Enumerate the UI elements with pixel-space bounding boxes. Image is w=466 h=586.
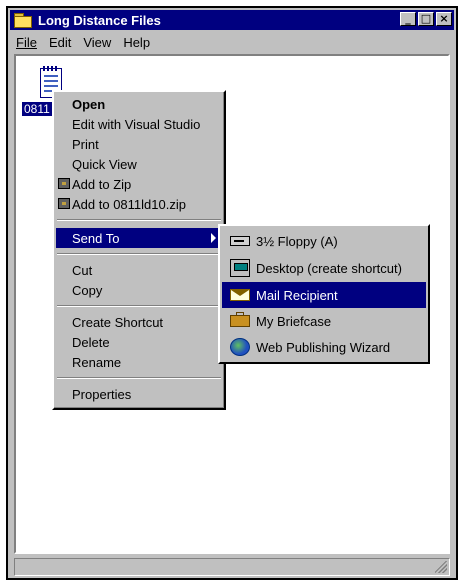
send-to-web-publishing-wizard[interactable]: Web Publishing Wizard: [222, 334, 426, 360]
send-to-briefcase[interactable]: My Briefcase: [222, 308, 426, 334]
desktop-icon: [230, 259, 250, 277]
menu-item-quick-view[interactable]: Quick View: [56, 154, 222, 174]
menu-item-cut[interactable]: Cut: [56, 260, 222, 280]
folder-icon: [14, 13, 32, 28]
context-menu: Open Edit with Visual Studio Print Quick…: [52, 90, 226, 410]
menu-item-edit-visual-studio[interactable]: Edit with Visual Studio: [56, 114, 222, 134]
submenu-arrow-icon: [211, 233, 216, 243]
menu-bar: File Edit View Help: [10, 32, 454, 52]
send-to-floppy[interactable]: 3½ Floppy (A): [222, 228, 426, 254]
send-to-desktop[interactable]: Desktop (create shortcut): [222, 255, 426, 281]
floppy-drive-icon: [230, 236, 250, 246]
menu-help[interactable]: Help: [123, 35, 150, 50]
menu-item-send-to[interactable]: Send To: [56, 228, 222, 248]
menu-item-add-to-named-zip[interactable]: Add to 0811ld10.zip: [56, 194, 222, 214]
menu-item-create-shortcut[interactable]: Create Shortcut: [56, 312, 222, 332]
menu-separator: [57, 253, 221, 255]
maximize-icon[interactable]: □: [418, 12, 434, 26]
file-label[interactable]: 0811: [22, 102, 52, 116]
menu-file[interactable]: File: [16, 35, 37, 50]
menu-item-print[interactable]: Print: [56, 134, 222, 154]
menu-item-add-to-zip[interactable]: Add to Zip: [56, 174, 222, 194]
briefcase-icon: [230, 312, 250, 327]
close-icon[interactable]: ×: [436, 12, 452, 26]
menu-edit[interactable]: Edit: [49, 35, 71, 50]
send-to-mail-recipient[interactable]: Mail Recipient: [222, 282, 426, 308]
window-controls: _ □ ×: [400, 12, 452, 26]
menu-item-rename[interactable]: Rename: [56, 352, 222, 372]
zip-icon: [58, 178, 70, 189]
menu-view[interactable]: View: [83, 35, 111, 50]
menu-separator: [57, 219, 221, 221]
menu-item-copy[interactable]: Copy: [56, 280, 222, 300]
zip-icon: [58, 198, 70, 209]
envelope-icon: [230, 289, 250, 301]
menu-item-properties[interactable]: Properties: [56, 384, 222, 404]
menu-item-delete[interactable]: Delete: [56, 332, 222, 352]
menu-item-open[interactable]: Open: [56, 94, 222, 114]
menu-separator: [57, 377, 221, 379]
resize-grip-icon[interactable]: [435, 561, 447, 573]
send-to-submenu: 3½ Floppy (A) Desktop (create shortcut) …: [218, 224, 430, 364]
minimize-icon[interactable]: _: [400, 12, 416, 26]
window-title: Long Distance Files: [38, 12, 161, 28]
menu-separator: [57, 305, 221, 307]
status-bar: [14, 558, 450, 576]
globe-icon: [230, 338, 250, 356]
title-bar[interactable]: Long Distance Files _ □ ×: [10, 10, 454, 30]
